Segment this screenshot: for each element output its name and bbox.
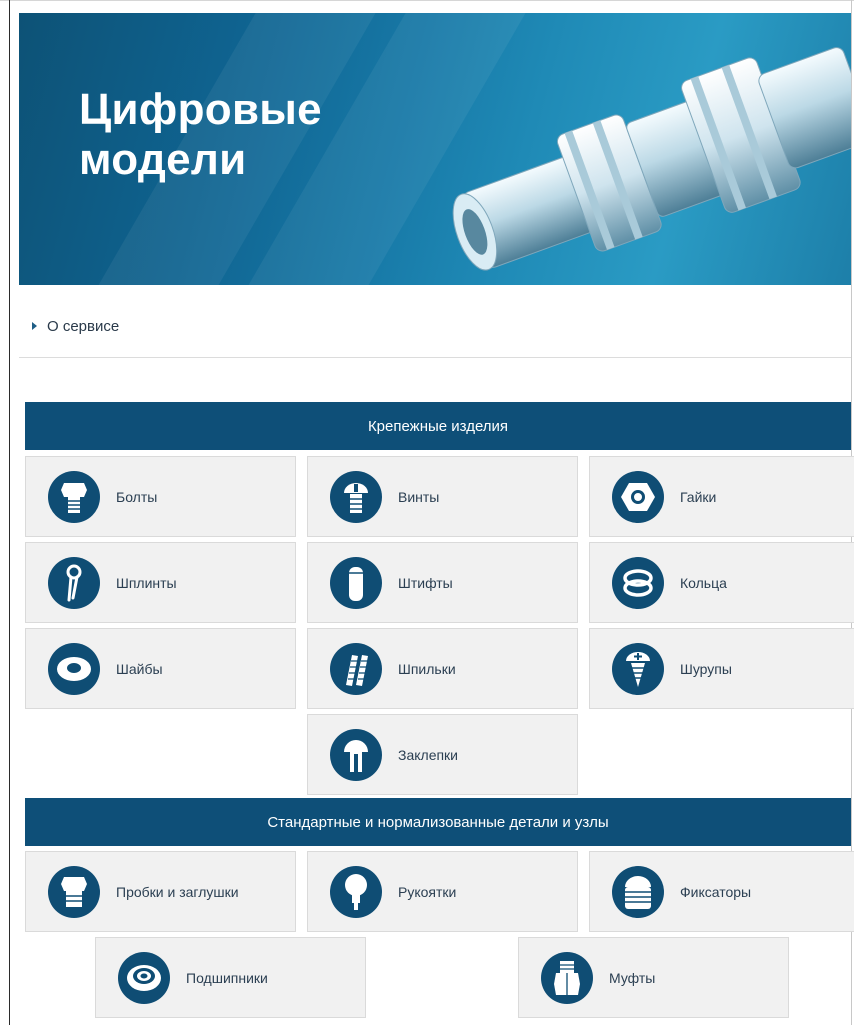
category-tile-wood-screws[interactable]: Шурупы bbox=[589, 628, 854, 709]
tile-label: Гайки bbox=[680, 488, 717, 505]
section-title: Стандартные и нормализованные детали и у… bbox=[267, 813, 609, 831]
category-tile-retainers[interactable]: Фиксаторы bbox=[589, 851, 854, 932]
screw-icon bbox=[330, 470, 382, 523]
pipe-coupling-image bbox=[452, 47, 851, 271]
cotter-pin-icon bbox=[48, 556, 100, 609]
handle-icon bbox=[330, 865, 382, 918]
caret-right-icon bbox=[32, 322, 37, 330]
banner-title-line2: модели bbox=[79, 135, 247, 184]
category-tile-pins[interactable]: Штифты bbox=[307, 542, 578, 623]
window-left-border bbox=[9, 0, 10, 1025]
bearing-icon bbox=[118, 951, 170, 1004]
tile-label: Шайбы bbox=[116, 660, 163, 677]
window-top-border bbox=[0, 0, 854, 1]
tile-label: Кольца bbox=[680, 574, 727, 591]
plug-icon bbox=[48, 865, 100, 918]
tile-label: Болты bbox=[116, 488, 158, 505]
category-tile-studs[interactable]: Шпильки bbox=[307, 628, 578, 709]
category-tile-handles[interactable]: Рукоятки bbox=[307, 851, 578, 932]
banner-title-line1: Цифровые bbox=[79, 85, 322, 134]
category-tile-screws[interactable]: Винты bbox=[307, 456, 578, 537]
about-service-link[interactable]: О сервисе bbox=[32, 318, 119, 335]
ring-icon bbox=[612, 556, 664, 609]
bolt-icon bbox=[48, 470, 100, 523]
tile-label: Рукоятки bbox=[398, 883, 457, 900]
rivet-icon bbox=[330, 728, 382, 781]
section-header-fasteners: Крепежные изделия bbox=[25, 402, 851, 450]
tile-label: Шпильки bbox=[398, 660, 456, 677]
pin-icon bbox=[330, 556, 382, 609]
category-tile-bolts[interactable]: Болты bbox=[25, 456, 296, 537]
section-header-standard-parts: Стандартные и нормализованные детали и у… bbox=[25, 798, 851, 846]
coupling-icon bbox=[541, 951, 593, 1004]
category-tile-washers[interactable]: Шайбы bbox=[25, 628, 296, 709]
category-tile-nuts[interactable]: Гайки bbox=[589, 456, 854, 537]
nut-icon bbox=[612, 470, 664, 523]
section-title: Крепежные изделия bbox=[367, 417, 509, 435]
retainer-icon bbox=[612, 865, 664, 918]
category-tile-plugs[interactable]: Пробки и заглушки bbox=[25, 851, 296, 932]
hero-banner: Цифровые модели bbox=[19, 13, 851, 285]
wood-screw-icon bbox=[612, 642, 664, 695]
category-tile-bearings[interactable]: Подшипники bbox=[95, 937, 366, 1018]
category-tile-rings[interactable]: Кольца bbox=[589, 542, 854, 623]
tile-label: Фиксаторы bbox=[680, 883, 752, 900]
about-service-label: О сервисе bbox=[47, 318, 120, 335]
category-tile-rivets[interactable]: Заклепки bbox=[307, 714, 578, 795]
tile-label: Заклепки bbox=[398, 746, 459, 763]
category-tile-cotter-pins[interactable]: Шплинты bbox=[25, 542, 296, 623]
tile-label: Муфты bbox=[609, 969, 656, 986]
washer-icon bbox=[48, 642, 100, 695]
tile-label: Шплинты bbox=[116, 574, 177, 591]
tile-label: Винты bbox=[398, 488, 440, 505]
banner-title: Цифровые модели bbox=[79, 85, 322, 185]
tile-label: Шурупы bbox=[680, 660, 732, 677]
category-tile-couplings[interactable]: Муфты bbox=[518, 937, 789, 1018]
divider bbox=[19, 357, 851, 358]
tile-label: Штифты bbox=[398, 574, 453, 591]
tile-label: Пробки и заглушки bbox=[116, 883, 239, 900]
tile-label: Подшипники bbox=[186, 969, 268, 986]
stud-icon bbox=[330, 642, 382, 695]
